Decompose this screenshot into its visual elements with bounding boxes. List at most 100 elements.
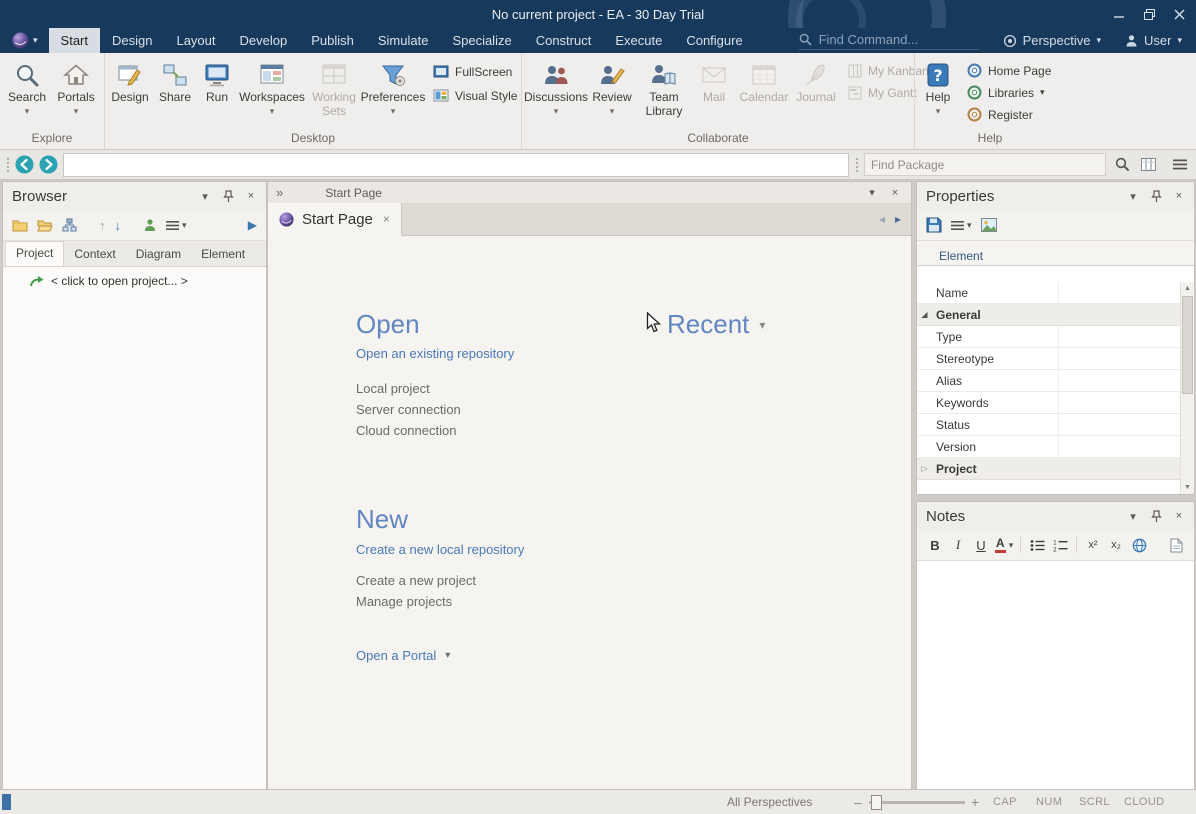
app-menu-button[interactable]: ▾	[0, 28, 49, 53]
libraries-button[interactable]: Libraries ▾	[967, 85, 1045, 100]
ribbon-tab-develop[interactable]: Develop	[228, 28, 300, 53]
toolbar-grip[interactable]	[5, 156, 10, 173]
browse-forward-icon[interactable]: ▶	[248, 218, 257, 232]
preferences-button[interactable]: Preferences ▾	[361, 55, 425, 131]
property-value-version[interactable]	[1058, 436, 1180, 457]
ribbon-tab-execute[interactable]: Execute	[603, 28, 674, 53]
ribbon-tab-publish[interactable]: Publish	[299, 28, 366, 53]
open-portal-dropdown[interactable]: Open a Portal ▾	[356, 648, 450, 663]
new-document-icon[interactable]	[1166, 535, 1186, 555]
search-button[interactable]	[1111, 154, 1133, 176]
browser-tab-project[interactable]: Project	[5, 241, 64, 266]
manage-projects-item[interactable]: Manage projects	[356, 594, 452, 609]
browser-options-menu-icon[interactable]: ▾	[166, 220, 187, 231]
panel-menu-caret-icon[interactable]: ▾	[1125, 188, 1141, 204]
ribbon-tab-configure[interactable]: Configure	[674, 28, 754, 53]
properties-menu-icon[interactable]: ▾	[951, 220, 972, 231]
property-group-project[interactable]: ▷Project	[917, 458, 1180, 480]
team-library-button[interactable]: Team Library	[636, 55, 692, 131]
scrollbar-thumb[interactable]	[1182, 296, 1193, 394]
close-icon[interactable]: ×	[243, 188, 259, 204]
open-project-hint[interactable]: < click to open project... >	[30, 274, 266, 288]
perspectives-status[interactable]: All Perspectives	[727, 790, 812, 814]
property-group-general[interactable]: ◢General	[917, 304, 1180, 326]
zoom-in-button[interactable]: +	[971, 790, 979, 814]
element-section-tab[interactable]: Element	[933, 247, 989, 265]
move-down-icon[interactable]: ↓	[115, 218, 122, 233]
review-button[interactable]: Review ▾	[588, 55, 636, 131]
notes-editor[interactable]	[917, 561, 1194, 791]
expanded-icon[interactable]: ◢	[917, 304, 932, 325]
fullscreen-button[interactable]: FullScreen	[433, 64, 512, 80]
ribbon-tab-simulate[interactable]: Simulate	[366, 28, 441, 53]
maximize-icon[interactable]	[1143, 8, 1156, 21]
create-new-project-item[interactable]: Create a new project	[356, 573, 476, 588]
pin-icon[interactable]	[1148, 508, 1164, 524]
register-button[interactable]: Register	[967, 107, 1033, 122]
property-value-type[interactable]	[1058, 326, 1180, 347]
browser-tab-element[interactable]: Element	[191, 243, 255, 266]
address-input[interactable]	[63, 153, 849, 177]
recent-dropdown[interactable]: Recent ▾	[667, 309, 765, 340]
user-element-icon[interactable]	[143, 218, 157, 232]
chevrons-icon[interactable]: »	[276, 185, 283, 200]
scroll-down-icon[interactable]: ▼	[1181, 481, 1194, 494]
user-menu[interactable]: User ▾	[1125, 33, 1182, 48]
toolbar-options-menu-icon[interactable]	[1170, 154, 1192, 176]
font-color-button[interactable]: A ▾	[994, 535, 1014, 555]
nav-right-icon[interactable]: ▸	[895, 212, 901, 226]
find-command-input[interactable]: Find Command...	[799, 32, 979, 50]
forward-button[interactable]	[39, 155, 58, 174]
search-button[interactable]: Search ▾	[2, 55, 52, 131]
property-value-status[interactable]	[1058, 414, 1180, 435]
property-value-stereotype[interactable]	[1058, 348, 1180, 369]
panel-menu-caret-icon[interactable]: ▾	[197, 188, 213, 204]
start-page-tab[interactable]: Start Page ×	[268, 203, 402, 236]
local-project-item[interactable]: Local project	[356, 381, 430, 396]
collapsed-icon[interactable]: ▷	[917, 458, 932, 479]
browser-tab-context[interactable]: Context	[64, 243, 125, 266]
toolbar-grip[interactable]	[854, 156, 859, 173]
server-connection-item[interactable]: Server connection	[356, 402, 461, 417]
help-button[interactable]: ? Help ▾	[917, 55, 959, 131]
design-button[interactable]: Design	[107, 55, 153, 131]
ribbon-tab-design[interactable]: Design	[100, 28, 164, 53]
underline-button[interactable]: U	[971, 535, 991, 555]
tab-list-caret-icon[interactable]: ▾	[864, 185, 880, 201]
image-icon[interactable]	[981, 218, 997, 232]
home-page-button[interactable]: Home Page	[967, 63, 1051, 78]
zoom-out-button[interactable]: –	[854, 790, 862, 814]
new-model-icon[interactable]	[12, 218, 28, 232]
ribbon-tab-start[interactable]: Start	[49, 28, 100, 53]
visual-style-button[interactable]: Visual Style	[433, 88, 517, 104]
share-button[interactable]: Share	[153, 55, 197, 131]
close-icon[interactable]	[1173, 8, 1186, 21]
close-icon[interactable]: ×	[1171, 188, 1187, 204]
discussions-button[interactable]: Discussions ▾	[524, 55, 588, 131]
pin-icon[interactable]	[220, 188, 236, 204]
create-local-repository-link[interactable]: Create a new local repository	[356, 542, 524, 557]
bold-button[interactable]: B	[925, 535, 945, 555]
superscript-button[interactable]: x²	[1083, 535, 1103, 555]
browser-tab-diagram[interactable]: Diagram	[126, 243, 191, 266]
scroll-up-icon[interactable]: ▲	[1181, 282, 1194, 295]
back-button[interactable]	[15, 155, 34, 174]
property-value-keywords[interactable]	[1058, 392, 1180, 413]
ribbon-tab-layout[interactable]: Layout	[164, 28, 227, 53]
columns-view-icon[interactable]	[1138, 154, 1160, 176]
hyperlink-button[interactable]	[1129, 535, 1149, 555]
italic-button[interactable]: I	[948, 535, 968, 555]
portals-button[interactable]: Portals ▾	[52, 55, 100, 131]
numbered-list-button[interactable]: 12	[1050, 535, 1070, 555]
ribbon-tab-specialize[interactable]: Specialize	[440, 28, 523, 53]
subscript-button[interactable]: x₂	[1106, 535, 1126, 555]
model-tree-icon[interactable]	[62, 218, 77, 232]
bullet-list-button[interactable]	[1027, 535, 1047, 555]
workspaces-button[interactable]: Workspaces ▾	[237, 55, 307, 131]
perspective-switcher[interactable]: Perspective ▾	[1003, 33, 1101, 48]
pin-icon[interactable]	[1148, 188, 1164, 204]
zoom-slider-thumb[interactable]	[871, 795, 882, 810]
close-tab-icon[interactable]: ×	[383, 212, 390, 226]
close-icon[interactable]: ×	[887, 185, 903, 201]
nav-left-icon[interactable]: ◂	[879, 212, 885, 226]
